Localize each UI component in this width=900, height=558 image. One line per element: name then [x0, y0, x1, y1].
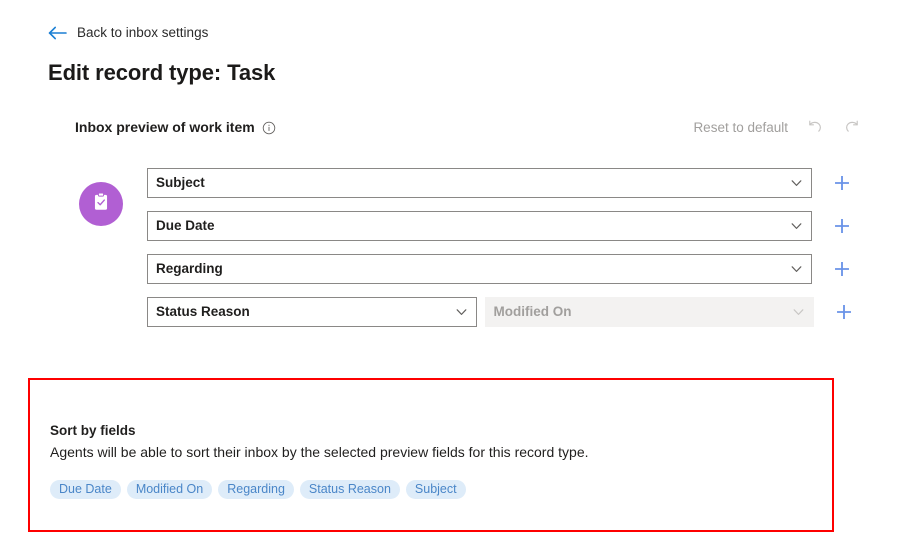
section-title: Inbox preview of work item — [75, 119, 255, 135]
table-row: Regarding — [147, 254, 857, 284]
sort-by-fields-section: Sort by fields Agents will be able to so… — [28, 378, 834, 532]
undo-icon[interactable] — [805, 117, 825, 137]
table-row: Status Reason Modified On — [147, 297, 857, 327]
preview-field-select-1[interactable]: Subject — [147, 168, 812, 198]
list-item: Status Reason — [299, 480, 400, 499]
table-row: Subject — [147, 168, 857, 198]
list-item: Subject — [405, 480, 466, 499]
table-row: Due Date — [147, 211, 857, 241]
arrow-left-icon — [48, 25, 68, 41]
back-link-label: Back to inbox settings — [77, 25, 209, 40]
preview-field-value-2: Due Date — [156, 218, 215, 233]
add-field-button-2[interactable] — [829, 213, 855, 239]
add-field-button-4[interactable] — [831, 299, 857, 325]
preview-field-select-5-disabled: Modified On — [484, 297, 814, 327]
preview-field-value-4: Status Reason — [156, 304, 250, 319]
task-record-avatar — [79, 182, 123, 226]
preview-field-value-3: Regarding — [156, 261, 223, 276]
redo-icon[interactable] — [842, 117, 862, 137]
header-actions: Reset to default — [693, 117, 876, 137]
preview-field-value-5: Modified On — [493, 304, 572, 319]
page-title: Edit record type: Task — [48, 60, 276, 85]
preview-field-select-2[interactable]: Due Date — [147, 211, 812, 241]
reset-to-default-button[interactable]: Reset to default — [693, 120, 788, 135]
sort-field-chips: Due Date Modified On Regarding Status Re… — [50, 480, 466, 499]
list-item: Regarding — [218, 480, 294, 499]
sort-by-fields-title: Sort by fields — [50, 423, 136, 438]
preview-field-value-1: Subject — [156, 175, 205, 190]
preview-field-select-4[interactable]: Status Reason — [147, 297, 477, 327]
preview-field-rows: Subject Due Date Regarding Status Reason… — [147, 168, 857, 340]
inbox-preview-header: Inbox preview of work item Reset to defa… — [75, 116, 876, 138]
add-field-button-3[interactable] — [829, 256, 855, 282]
back-to-inbox-settings-link[interactable]: Back to inbox settings — [48, 25, 208, 41]
list-item: Modified On — [126, 480, 213, 499]
add-field-button-1[interactable] — [829, 170, 855, 196]
preview-field-select-3[interactable]: Regarding — [147, 254, 812, 284]
list-item: Due Date — [50, 480, 121, 499]
info-icon[interactable] — [262, 121, 276, 135]
task-clipboard-icon — [90, 191, 112, 218]
sort-by-fields-description: Agents will be able to sort their inbox … — [50, 444, 589, 460]
